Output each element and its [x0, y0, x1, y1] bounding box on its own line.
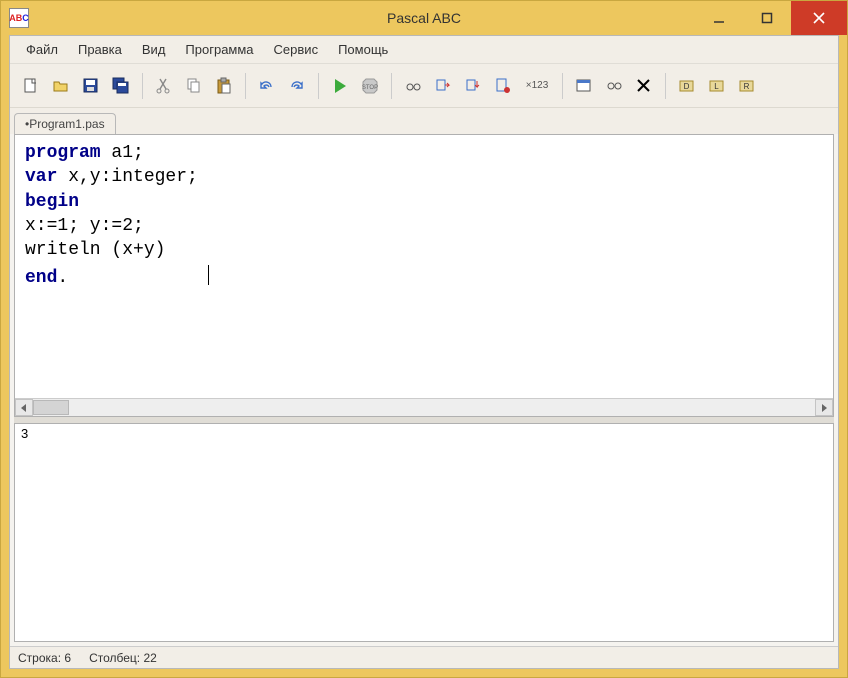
save-all-icon[interactable]: [108, 73, 134, 99]
maximize-button[interactable]: [743, 1, 791, 35]
toolbar-sep: [318, 73, 319, 99]
toolbar: STOP ×123 D L R: [10, 64, 838, 108]
menu-service[interactable]: Сервис: [266, 39, 327, 60]
close-window-button[interactable]: [791, 1, 847, 35]
svg-text:D: D: [684, 82, 690, 91]
step-into-icon[interactable]: [460, 73, 486, 99]
keyword: begin: [25, 192, 79, 212]
menu-view[interactable]: Вид: [134, 39, 174, 60]
code-text: x:=1; y:=2;: [25, 216, 144, 236]
code-text: x,y:integer;: [57, 167, 197, 187]
tab-program1[interactable]: •Program1.pas: [14, 113, 116, 134]
close-icon[interactable]: [631, 73, 657, 99]
code-text: writeln (x+y): [25, 240, 165, 260]
svg-text:STOP: STOP: [362, 85, 378, 91]
keyword: end: [25, 268, 57, 288]
code-text: .: [57, 268, 68, 288]
keyword: var: [25, 167, 57, 187]
menu-help[interactable]: Помощь: [330, 39, 396, 60]
toolbar-sep: [562, 73, 563, 99]
toolbar-sep: [665, 73, 666, 99]
breakpoint-icon[interactable]: [490, 73, 516, 99]
menu-edit[interactable]: Правка: [70, 39, 130, 60]
menu-file[interactable]: Файл: [18, 39, 66, 60]
paste-icon[interactable]: [211, 73, 237, 99]
step-over-icon[interactable]: [430, 73, 456, 99]
open-file-icon[interactable]: [48, 73, 74, 99]
output-panel: 3: [14, 423, 834, 642]
code-editor[interactable]: program a1; var x,y:integer; begin x:=1;…: [15, 135, 833, 398]
horizontal-scrollbar[interactable]: [15, 398, 833, 416]
main-window: ABC Pascal ABC Файл Правка Вид Программа…: [0, 0, 848, 678]
scroll-right-icon[interactable]: [815, 399, 833, 416]
glasses-icon[interactable]: [400, 73, 426, 99]
menubar: Файл Правка Вид Программа Сервис Помощь: [10, 36, 838, 64]
minimize-button[interactable]: [695, 1, 743, 35]
output-text[interactable]: 3: [15, 424, 833, 641]
tabbar: •Program1.pas: [10, 108, 838, 134]
cut-icon[interactable]: [151, 73, 177, 99]
undo-icon[interactable]: [254, 73, 280, 99]
module3-icon[interactable]: R: [734, 73, 760, 99]
menu-program[interactable]: Программа: [177, 39, 261, 60]
svg-text:R: R: [744, 82, 750, 91]
toolbar-sep: [142, 73, 143, 99]
redo-icon[interactable]: [284, 73, 310, 99]
module2-icon[interactable]: L: [704, 73, 730, 99]
editor-panel: program a1; var x,y:integer; begin x:=1;…: [14, 134, 834, 417]
scroll-thumb[interactable]: [33, 400, 69, 415]
run-icon[interactable]: [327, 73, 353, 99]
client-area: Файл Правка Вид Программа Сервис Помощь …: [9, 35, 839, 669]
scroll-track[interactable]: [33, 399, 815, 416]
toolbar-sep: [391, 73, 392, 99]
new-file-icon[interactable]: [18, 73, 44, 99]
app-icon: ABC: [9, 8, 29, 28]
goggles-icon[interactable]: [601, 73, 627, 99]
statusbar: Строка: 6 Столбец: 22: [10, 646, 838, 668]
status-line: Строка: 6: [18, 651, 71, 665]
keyword: program: [25, 143, 101, 163]
window-controls: [695, 1, 847, 35]
titlebar[interactable]: ABC Pascal ABC: [1, 1, 847, 35]
toolbar-sep: [245, 73, 246, 99]
x123-icon[interactable]: ×123: [520, 73, 554, 99]
text-cursor: [208, 265, 209, 285]
module1-icon[interactable]: D: [674, 73, 700, 99]
save-icon[interactable]: [78, 73, 104, 99]
copy-icon[interactable]: [181, 73, 207, 99]
window-icon[interactable]: [571, 73, 597, 99]
status-col: Столбец: 22: [89, 651, 157, 665]
stop-icon[interactable]: STOP: [357, 73, 383, 99]
scroll-left-icon[interactable]: [15, 399, 33, 416]
code-text: a1;: [101, 143, 144, 163]
svg-text:L: L: [714, 82, 719, 91]
window-title: Pascal ABC: [387, 10, 461, 26]
